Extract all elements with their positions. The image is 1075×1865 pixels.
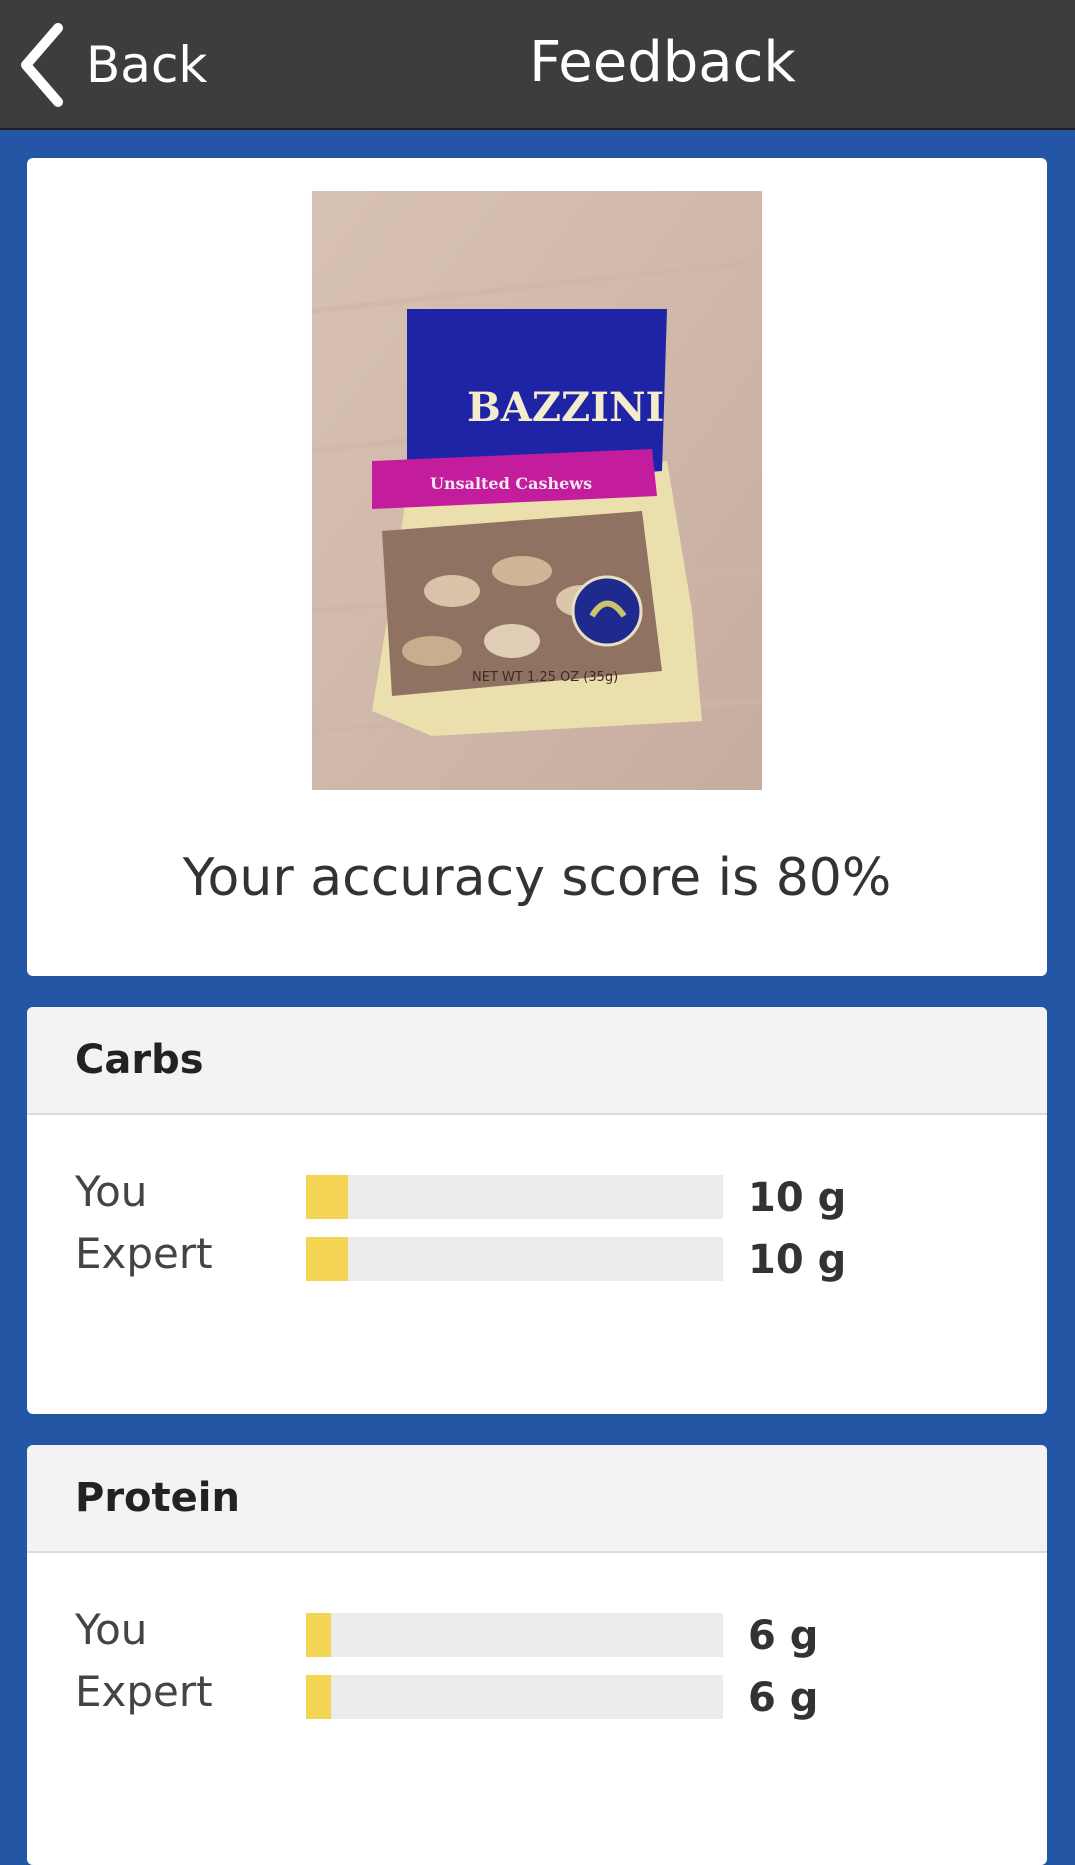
- bag-product-text: Unsalted Cashews: [430, 474, 592, 493]
- food-photo[interactable]: BAZZINI Unsalted Cashews NET WT 1.25 OZ …: [312, 191, 762, 790]
- row-value: 6 g: [748, 1675, 819, 1721]
- row-label: You: [75, 1605, 148, 1654]
- row-label: Expert: [75, 1229, 213, 1278]
- top-bar: Back Feedback: [0, 0, 1075, 130]
- section-title-protein: Protein: [27, 1445, 1047, 1553]
- bar-fill: [306, 1175, 348, 1219]
- carbs-you-row: You 10 g: [27, 1167, 1047, 1221]
- section-title-carbs: Carbs: [27, 1007, 1047, 1115]
- accuracy-score: Your accuracy score is 80%: [182, 848, 892, 908]
- row-label: You: [75, 1167, 148, 1216]
- protein-card: Protein You 6 g Expert 6 g: [27, 1445, 1047, 1865]
- bar-fill: [306, 1237, 348, 1281]
- bar-track: [306, 1675, 723, 1719]
- bar-track: [306, 1613, 723, 1657]
- bar-fill: [306, 1675, 332, 1719]
- bag-brand-text: BAZZINI: [467, 384, 664, 431]
- page-title: Feedback: [529, 30, 796, 95]
- protein-you-row: You 6 g: [27, 1605, 1047, 1659]
- bar-track: [306, 1237, 723, 1281]
- bar-fill: [306, 1613, 332, 1657]
- row-value: 10 g: [748, 1175, 847, 1221]
- carbs-card: Carbs You 10 g Expert 10 g: [27, 1007, 1047, 1414]
- row-label: Expert: [75, 1667, 213, 1716]
- carbs-expert-row: Expert 10 g: [27, 1229, 1047, 1283]
- bar-track: [306, 1175, 723, 1219]
- bag-weight-text: NET WT 1.25 OZ (35g): [472, 670, 618, 685]
- row-value: 6 g: [748, 1613, 819, 1659]
- photo-card: BAZZINI Unsalted Cashews NET WT 1.25 OZ …: [27, 158, 1047, 976]
- row-value: 10 g: [748, 1237, 847, 1283]
- protein-expert-row: Expert 6 g: [27, 1667, 1047, 1721]
